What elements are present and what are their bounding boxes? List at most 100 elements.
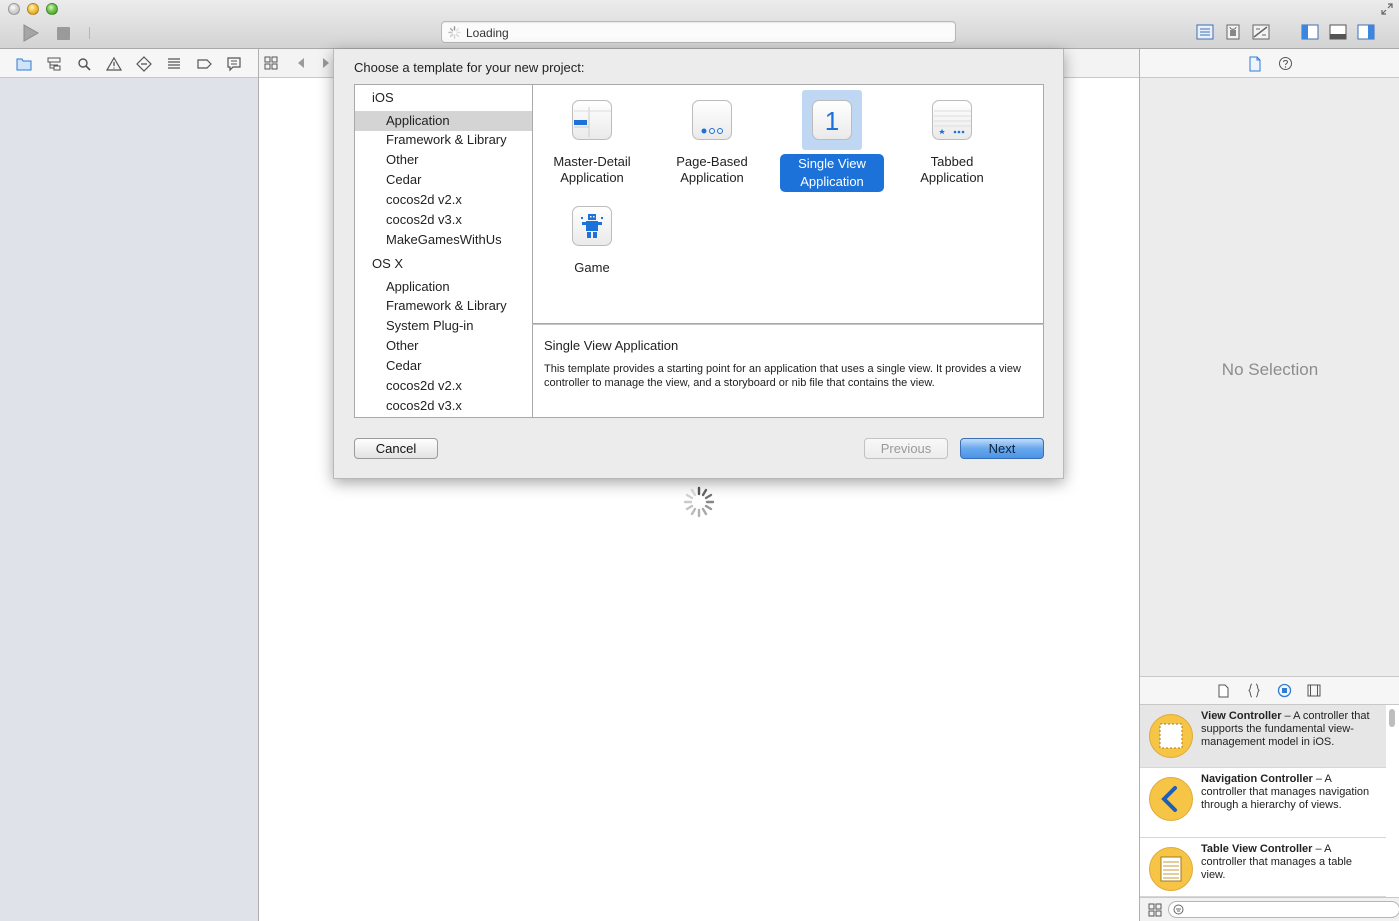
- activity-spinner-icon: [448, 26, 461, 39]
- template-single-view[interactable]: 1 Single View Application: [777, 85, 887, 195]
- library-item-description: Table View Controller – A controller tha…: [1201, 843, 1379, 882]
- tabbed-icon: [932, 100, 972, 140]
- loading-spinner-icon: [683, 486, 715, 518]
- library-item-description: View Controller – A controller that supp…: [1201, 710, 1379, 749]
- library-filter-input[interactable]: [1168, 901, 1399, 918]
- template-description-text: This template provides a starting point …: [544, 363, 1021, 389]
- toggle-debug-area-icon[interactable]: [1329, 24, 1347, 40]
- template-master-detail[interactable]: Master-Detail Application: [537, 85, 647, 195]
- category-item[interactable]: Cedar: [355, 356, 532, 376]
- toggle-utilities-icon[interactable]: [1357, 24, 1375, 40]
- view-controller-icon: [1149, 714, 1193, 758]
- template-grid: Master-Detail Application Page-Based Appli…: [532, 84, 1044, 324]
- log-navigator-icon[interactable]: [226, 56, 242, 72]
- single-view-icon: 1: [812, 100, 852, 140]
- quick-help-icon[interactable]: [1278, 56, 1293, 74]
- code-snippet-library-icon[interactable]: [1247, 683, 1261, 701]
- grid-view-icon[interactable]: [1148, 903, 1162, 917]
- template-tabbed[interactable]: Tabbed Application: [897, 85, 1007, 195]
- template-label: Game: [574, 260, 610, 275]
- category-item[interactable]: Application: [355, 111, 532, 131]
- stop-button[interactable]: [57, 27, 70, 40]
- library-item-name: View Controller: [1201, 710, 1282, 722]
- library-selector-bar: [1140, 676, 1399, 705]
- standard-editor-icon[interactable]: [1196, 24, 1214, 40]
- template-label: Tabbed Application: [920, 154, 984, 185]
- find-navigator-icon[interactable]: [76, 56, 92, 72]
- category-item[interactable]: MakeGamesWithUs: [355, 230, 532, 250]
- toggle-navigator-icon[interactable]: [1301, 24, 1319, 40]
- assistant-editor-icon[interactable]: [1224, 24, 1242, 40]
- fullscreen-icon[interactable]: [1381, 3, 1393, 15]
- library-item-name: Table View Controller: [1201, 843, 1313, 855]
- template-label: Single View Application: [777, 154, 887, 192]
- object-library-list: View Controller – A controller that supp…: [1140, 705, 1399, 897]
- version-editor-icon[interactable]: [1252, 24, 1270, 40]
- cancel-button[interactable]: Cancel: [354, 438, 438, 459]
- back-arrow-icon[interactable]: [295, 56, 311, 72]
- category-item[interactable]: cocos2d v3.x: [355, 210, 532, 230]
- category-heading-osx: OS X: [372, 256, 404, 271]
- project-navigator-icon[interactable]: [16, 56, 32, 72]
- inspector-selector-bar: [1140, 49, 1399, 78]
- list-item[interactable]: Table View Controller – A controller tha…: [1140, 838, 1386, 897]
- game-icon: [572, 206, 612, 246]
- template-description-panel: Single View Application This template pr…: [532, 324, 1044, 418]
- symbol-navigator-icon[interactable]: [46, 56, 62, 72]
- template-label: Master-Detail Application: [553, 154, 631, 185]
- sheet-title: Choose a template for your new project:: [354, 60, 585, 75]
- category-item[interactable]: Cedar: [355, 170, 532, 190]
- list-item[interactable]: Navigation Controller – A controller tha…: [1140, 768, 1386, 838]
- minimize-window-button[interactable]: [27, 3, 39, 15]
- debug-navigator-icon[interactable]: [166, 56, 182, 72]
- issue-navigator-icon[interactable]: [105, 56, 123, 72]
- run-button[interactable]: [22, 24, 40, 42]
- media-library-icon[interactable]: [1307, 684, 1321, 700]
- breakpoint-navigator-icon[interactable]: [196, 56, 212, 72]
- category-heading-ios: iOS: [372, 90, 394, 105]
- next-button[interactable]: Next: [960, 438, 1044, 459]
- no-selection-label: No Selection: [1221, 360, 1319, 379]
- template-label: Page-Based Application: [676, 154, 748, 185]
- category-item[interactable]: Other: [355, 336, 532, 356]
- play-icon: [23, 24, 40, 42]
- category-item[interactable]: System Plug-in: [355, 316, 532, 336]
- library-scrollbar[interactable]: [1389, 709, 1395, 727]
- activity-status-text: Loading: [466, 26, 509, 40]
- object-library-icon[interactable]: [1277, 683, 1292, 701]
- template-description-title: Single View Application: [544, 338, 679, 353]
- library-item-name: Navigation Controller: [1201, 773, 1313, 785]
- template-game[interactable]: Game: [537, 191, 647, 281]
- library-filter-bar: [1140, 897, 1399, 921]
- page-based-icon: [692, 100, 732, 140]
- category-item[interactable]: cocos2d v2.x: [355, 190, 532, 210]
- utilities-area: No Selection View Controller – A control…: [1139, 49, 1399, 921]
- svg-text:1: 1: [825, 106, 839, 136]
- template-page-based[interactable]: Page-Based Application: [657, 85, 767, 195]
- category-item[interactable]: Framework & Library: [355, 130, 532, 150]
- close-window-button[interactable]: [8, 3, 20, 15]
- previous-button[interactable]: Previous: [864, 438, 948, 459]
- template-chooser-sheet: Choose a template for your new project: …: [333, 49, 1064, 479]
- file-inspector-icon[interactable]: [1248, 56, 1262, 75]
- category-item[interactable]: cocos2d v2.x: [355, 376, 532, 396]
- window-toolbar: Loading: [0, 0, 1399, 49]
- category-item[interactable]: Framework & Library: [355, 296, 532, 316]
- library-item-description: Navigation Controller – A controller tha…: [1201, 773, 1379, 812]
- category-item[interactable]: Application: [355, 277, 532, 297]
- navigator-area: [0, 49, 259, 921]
- activity-viewer: Loading: [441, 21, 956, 43]
- related-items-icon[interactable]: [264, 56, 280, 72]
- table-view-controller-icon: [1149, 847, 1193, 891]
- file-template-library-icon[interactable]: [1218, 684, 1230, 701]
- list-item[interactable]: View Controller – A controller that supp…: [1140, 705, 1386, 768]
- navigator-selector-bar: [0, 49, 258, 78]
- test-navigator-icon[interactable]: [136, 56, 152, 72]
- category-item[interactable]: Other: [355, 150, 532, 170]
- master-detail-icon: [572, 100, 612, 140]
- template-category-list: iOS Application Framework & Library Othe…: [354, 84, 532, 418]
- category-item[interactable]: cocos2d v3.x: [355, 396, 532, 416]
- zoom-window-button[interactable]: [46, 3, 58, 15]
- filter-icon: [1173, 904, 1184, 915]
- toolbar-separator: [89, 27, 90, 39]
